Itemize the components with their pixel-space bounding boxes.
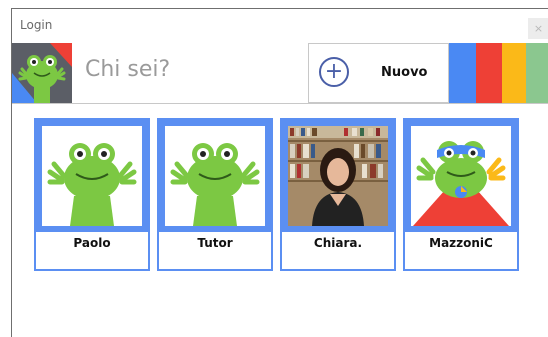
frog-avatar-icon bbox=[12, 43, 72, 103]
user-name: MazzoniC bbox=[429, 236, 493, 250]
user-name: Chiara. bbox=[313, 236, 363, 250]
window-title: Login bbox=[20, 18, 53, 32]
new-user-label: Nuovo bbox=[381, 65, 428, 80]
who-are-you-prompt: Chi sei? bbox=[85, 57, 171, 82]
login-window: Login × Chi sei? + Nuovo Paolo Tutor Chi… bbox=[11, 8, 548, 337]
frog-avatar-icon bbox=[36, 120, 148, 232]
color-stripe-green bbox=[526, 43, 548, 103]
user-card[interactable]: Paolo bbox=[34, 118, 150, 271]
color-stripe-yellow bbox=[502, 43, 526, 103]
new-user-button[interactable]: + Nuovo bbox=[308, 43, 449, 103]
user-name: Paolo bbox=[73, 236, 111, 250]
plus-icon: + bbox=[319, 57, 349, 87]
header-bar: Chi sei? + Nuovo bbox=[12, 43, 548, 104]
user-card[interactable]: MazzoniC bbox=[403, 118, 519, 271]
frog-avatar-icon bbox=[159, 120, 271, 232]
superhero-frog-avatar-icon bbox=[405, 120, 517, 232]
close-button[interactable]: × bbox=[528, 18, 548, 39]
color-stripe-blue bbox=[449, 43, 476, 103]
user-name: Tutor bbox=[197, 236, 233, 250]
photo-avatar-icon bbox=[282, 120, 394, 232]
color-stripe-red bbox=[476, 43, 502, 103]
user-card[interactable]: Tutor bbox=[157, 118, 273, 271]
user-card[interactable]: Chiara. bbox=[280, 118, 396, 271]
